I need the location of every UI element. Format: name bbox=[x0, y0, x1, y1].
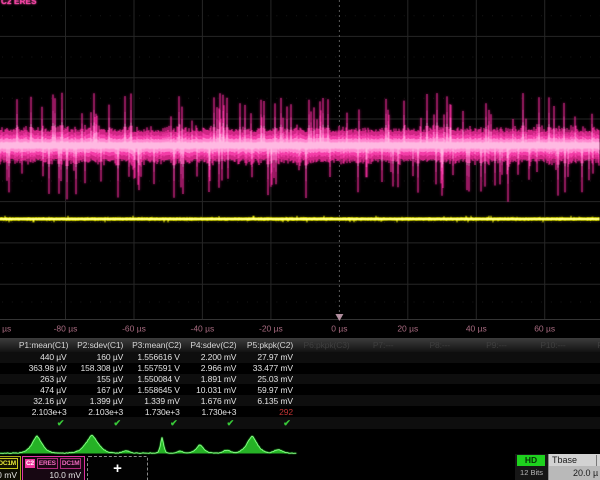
param-value: 292 bbox=[236, 407, 293, 417]
param-header-4[interactable]: P4:sdev(C2) bbox=[183, 340, 243, 350]
channel-descriptor-c1[interactable]: DC1M 10.0 mV bbox=[0, 456, 21, 480]
param-header-11[interactable]: P11:--- bbox=[580, 340, 600, 350]
param-value: 2.103e+3 bbox=[10, 407, 67, 417]
param-value: 10.031 mV bbox=[179, 385, 236, 395]
param-header-9[interactable]: P9:--- bbox=[466, 340, 526, 350]
svg-text:-60 µs: -60 µs bbox=[122, 324, 146, 334]
param-header-7[interactable]: P7:--- bbox=[353, 340, 413, 350]
channel-descriptor-c2[interactable]: C2 ERES DC1M 10.0 mV bbox=[22, 456, 85, 480]
param-value: 1.558645 V bbox=[123, 385, 180, 395]
param-value: 1.730e+3 bbox=[123, 407, 180, 417]
param-header-8[interactable]: P8:--- bbox=[410, 340, 470, 350]
grid-background bbox=[0, 0, 600, 338]
hd-panel: HD 12 Bits bbox=[515, 454, 548, 480]
param-value: 363.98 µV bbox=[10, 363, 67, 373]
param-header-2[interactable]: P2:sdev(C1) bbox=[70, 340, 130, 350]
param-value: 1.891 mV bbox=[179, 374, 236, 384]
trend-trace bbox=[0, 435, 296, 453]
param-value: 33.477 mV bbox=[236, 363, 293, 373]
c1-volts-per-div: 10.0 mV bbox=[0, 470, 17, 480]
svg-text:0 µs: 0 µs bbox=[331, 324, 347, 334]
svg-text:-40 µs: -40 µs bbox=[191, 324, 215, 334]
param-status-check: ✔ bbox=[53, 418, 69, 429]
table-row-stripe bbox=[0, 417, 600, 429]
c1-coupling-badge: DC1M bbox=[0, 458, 18, 469]
plus-icon: + bbox=[88, 460, 147, 477]
param-value: 1.339 mV bbox=[123, 396, 180, 406]
c2-coupling-badge: DC1M bbox=[60, 458, 82, 469]
svg-text:20 µs: 20 µs bbox=[397, 324, 418, 334]
param-value: 2.200 mV bbox=[179, 352, 236, 362]
param-value: 2.103e+3 bbox=[66, 407, 123, 417]
measurement-table: P1:mean(C1) 440 µV363.98 µV263 µV474 µV32… bbox=[0, 338, 600, 433]
param-value: 1.557591 V bbox=[123, 363, 180, 373]
svg-text:-20 µs: -20 µs bbox=[259, 324, 283, 334]
param-value: 32.16 µV bbox=[10, 396, 67, 406]
param-value: 1.676 mV bbox=[179, 396, 236, 406]
svg-text:-100 µs: -100 µs bbox=[0, 324, 11, 334]
c2-volts-per-div: 10.0 mV bbox=[49, 470, 81, 480]
svg-text:40 µs: 40 µs bbox=[466, 324, 487, 334]
oscilloscope-screen: -100 µs -80 µs -60 µs -40 µs -20 µs 0 µs 20 µs… bbox=[0, 0, 600, 480]
param-value: 158.308 µV bbox=[66, 363, 123, 373]
c2-eres-badge: ERES bbox=[37, 458, 58, 469]
histogram-trace bbox=[0, 433, 600, 458]
param-value: 25.03 mV bbox=[236, 374, 293, 384]
param-value: 1.556616 V bbox=[123, 352, 180, 362]
param-value: 474 µV bbox=[10, 385, 67, 395]
param-value: 160 µV bbox=[66, 352, 123, 362]
param-value: 1.550084 V bbox=[123, 374, 180, 384]
param-header-5[interactable]: P5:pkpk(C2) bbox=[240, 340, 300, 350]
param-value: 440 µV bbox=[10, 352, 67, 362]
timebase-title: Tbase bbox=[552, 455, 577, 465]
param-value: 1.399 µV bbox=[66, 396, 123, 406]
param-status-check: ✔ bbox=[166, 418, 182, 429]
timebase-panel: Tbase 20.0 µ bbox=[548, 454, 600, 480]
param-header-10[interactable]: P10:--- bbox=[523, 340, 583, 350]
param-value: 263 µV bbox=[10, 374, 67, 384]
param-value: 167 µV bbox=[66, 385, 123, 395]
param-status-check: ✔ bbox=[109, 418, 125, 429]
param-header-1[interactable]: P1:mean(C1) bbox=[14, 340, 74, 350]
svg-text:60 µs: 60 µs bbox=[534, 324, 555, 334]
param-value: 155 µV bbox=[66, 374, 123, 384]
hd-bits-label: 12 Bits bbox=[515, 468, 548, 477]
svg-text:-80 µs: -80 µs bbox=[54, 324, 78, 334]
param-header-6[interactable]: P6:pkpk(C3) bbox=[297, 340, 357, 350]
trace-annotation-label: C2 ERES bbox=[1, 0, 37, 6]
waveform-grid: -100 µs -80 µs -60 µs -40 µs -20 µs 0 µs 20 µs… bbox=[0, 0, 600, 338]
hd-badge: HD bbox=[517, 455, 545, 466]
timebase-descriptor[interactable]: HD 12 Bits Tbase 20.0 µ bbox=[515, 454, 600, 480]
param-header-3[interactable]: P3:mean(C2) bbox=[127, 340, 187, 350]
param-value: 27.97 mV bbox=[236, 352, 293, 362]
param-value: 1.730e+3 bbox=[179, 407, 236, 417]
add-trace-button[interactable]: + bbox=[87, 456, 148, 480]
timebase-value: 20.0 µ bbox=[573, 468, 598, 478]
param-status-check: ✔ bbox=[222, 418, 238, 429]
param-value: 6.135 mV bbox=[236, 396, 293, 406]
param-value: 59.97 mV bbox=[236, 385, 293, 395]
param-value: 2.966 mV bbox=[179, 363, 236, 373]
param-status-check: ✔ bbox=[279, 418, 295, 429]
c2-channel-badge: C2 bbox=[25, 459, 35, 468]
timebase-divider bbox=[596, 455, 597, 466]
